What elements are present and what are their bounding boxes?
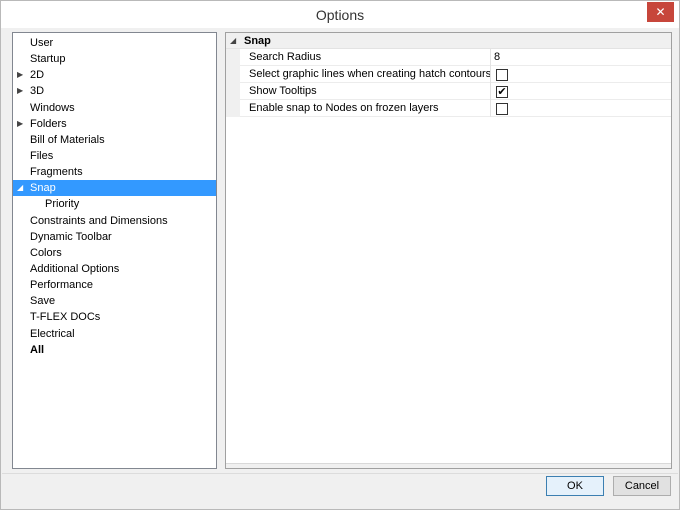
- property-row-enable-snap-frozen[interactable]: Enable snap to Nodes on frozen layers: [226, 100, 671, 117]
- collapsed-arrow-icon[interactable]: ▶: [17, 83, 27, 99]
- property-name: Select graphic lines when creating hatch…: [249, 68, 492, 80]
- property-grid: ◢ Snap Search Radius 8 Select graphic li…: [225, 32, 672, 469]
- tree-item-label: T-FLEX DOCs: [30, 311, 101, 324]
- tree-item-dynamic-toolbar[interactable]: Dynamic Toolbar: [13, 229, 216, 245]
- enable-snap-frozen-checkbox[interactable]: [496, 103, 508, 115]
- collapsed-arrow-icon[interactable]: ▶: [17, 67, 27, 83]
- category-row-snap[interactable]: ◢ Snap: [226, 33, 671, 49]
- row-gutter: [226, 83, 240, 100]
- tree-item-label: Constraints and Dimensions: [30, 214, 168, 227]
- collapsed-arrow-icon[interactable]: ▶: [17, 116, 27, 132]
- row-gutter: [226, 49, 240, 66]
- tree-item-label: User: [30, 37, 54, 49]
- check-icon: ✔: [497, 86, 507, 98]
- tree-item-label: Additional Options: [30, 262, 120, 275]
- tree-item-windows[interactable]: Windows: [13, 100, 216, 116]
- tree-item-label: All: [30, 343, 45, 356]
- property-name: Enable snap to Nodes on frozen layers: [249, 102, 439, 114]
- tree-item-3d[interactable]: ▶ 3D: [13, 83, 216, 99]
- category-label: Snap: [244, 35, 271, 47]
- tree-item-priority[interactable]: Priority: [13, 196, 216, 212]
- property-grid-footer: [226, 463, 671, 468]
- tree-item-save[interactable]: Save: [13, 293, 216, 309]
- tree-item-label: Save: [30, 295, 56, 308]
- tree-item-user[interactable]: User: [13, 35, 216, 51]
- show-tooltips-checkbox[interactable]: ✔: [496, 86, 508, 98]
- tree-item-all[interactable]: All: [13, 342, 216, 358]
- tree-item-label: Windows: [30, 101, 75, 114]
- tree-item-label: 2D: [30, 69, 45, 82]
- tree-item-label: 3D: [30, 85, 45, 98]
- tree-item-label: Performance: [30, 279, 93, 292]
- expanded-arrow-icon[interactable]: ◢: [230, 33, 236, 49]
- column-divider[interactable]: [490, 66, 491, 83]
- property-row-search-radius[interactable]: Search Radius 8: [226, 49, 671, 66]
- cancel-button[interactable]: Cancel: [613, 476, 671, 496]
- search-radius-value[interactable]: 8: [494, 49, 500, 65]
- options-tree[interactable]: User Startup ▶ 2D ▶ 3D Windows ▶ Folders Bill of …: [12, 32, 217, 469]
- tree-item-folders[interactable]: ▶ Folders: [13, 116, 216, 132]
- tree-item-label: Colors: [30, 246, 62, 259]
- tree-item-fragments[interactable]: Fragments: [13, 164, 216, 180]
- select-graphic-lines-checkbox[interactable]: [496, 69, 508, 81]
- property-name: Search Radius: [249, 51, 322, 63]
- property-row-select-graphic-lines[interactable]: Select graphic lines when creating hatch…: [226, 66, 671, 83]
- tree-item-additional-options[interactable]: Additional Options: [13, 261, 216, 277]
- tree-item-t-flex-docs[interactable]: T-FLEX DOCs: [13, 309, 216, 325]
- tree-item-label: Dynamic Toolbar: [30, 230, 112, 243]
- tree-item-files[interactable]: Files: [13, 148, 216, 164]
- ok-button[interactable]: OK: [546, 476, 604, 496]
- tree-item-snap[interactable]: ◢ Snap: [13, 180, 216, 197]
- options-dialog: Options ✕ User Startup ▶ 2D ▶ 3D Windows ▶ Folde…: [0, 0, 680, 510]
- dialog-title: Options: [315, 6, 365, 23]
- tree-item-colors[interactable]: Colors: [13, 245, 216, 261]
- tree-item-label: Startup: [30, 53, 66, 66]
- button-separator: [2, 473, 678, 474]
- close-button[interactable]: ✕: [647, 2, 674, 22]
- column-divider[interactable]: [490, 83, 491, 100]
- tree-item-label: Electrical: [30, 327, 75, 340]
- tree-item-2d[interactable]: ▶ 2D: [13, 67, 216, 83]
- tree-item-bill-of-materials[interactable]: Bill of Materials: [13, 132, 216, 148]
- tree-item-performance[interactable]: Performance: [13, 277, 216, 293]
- tree-item-electrical[interactable]: Electrical: [13, 326, 216, 342]
- tree-item-label: Files: [30, 149, 54, 162]
- tree-item-label: Folders: [30, 117, 67, 130]
- column-divider[interactable]: [490, 49, 491, 66]
- dialog-client: User Startup ▶ 2D ▶ 3D Windows ▶ Folders Bill of …: [2, 28, 678, 509]
- title-bar: Options ✕: [1, 1, 679, 28]
- tree-item-label: Snap: [30, 182, 56, 195]
- property-name: Show Tooltips: [249, 85, 317, 97]
- tree-item-constraints-and-dimensions[interactable]: Constraints and Dimensions: [13, 213, 216, 229]
- expanded-arrow-icon[interactable]: ◢: [17, 180, 27, 196]
- tree-item-startup[interactable]: Startup: [13, 51, 216, 67]
- property-row-show-tooltips[interactable]: Show Tooltips ✔: [226, 83, 671, 100]
- tree-item-label: Fragments: [30, 166, 83, 179]
- close-icon: ✕: [655, 5, 666, 19]
- tree-item-label: Bill of Materials: [30, 133, 105, 146]
- row-gutter: [226, 100, 240, 117]
- row-gutter: [226, 66, 240, 83]
- column-divider[interactable]: [490, 100, 491, 117]
- tree-item-label: Priority: [45, 198, 80, 211]
